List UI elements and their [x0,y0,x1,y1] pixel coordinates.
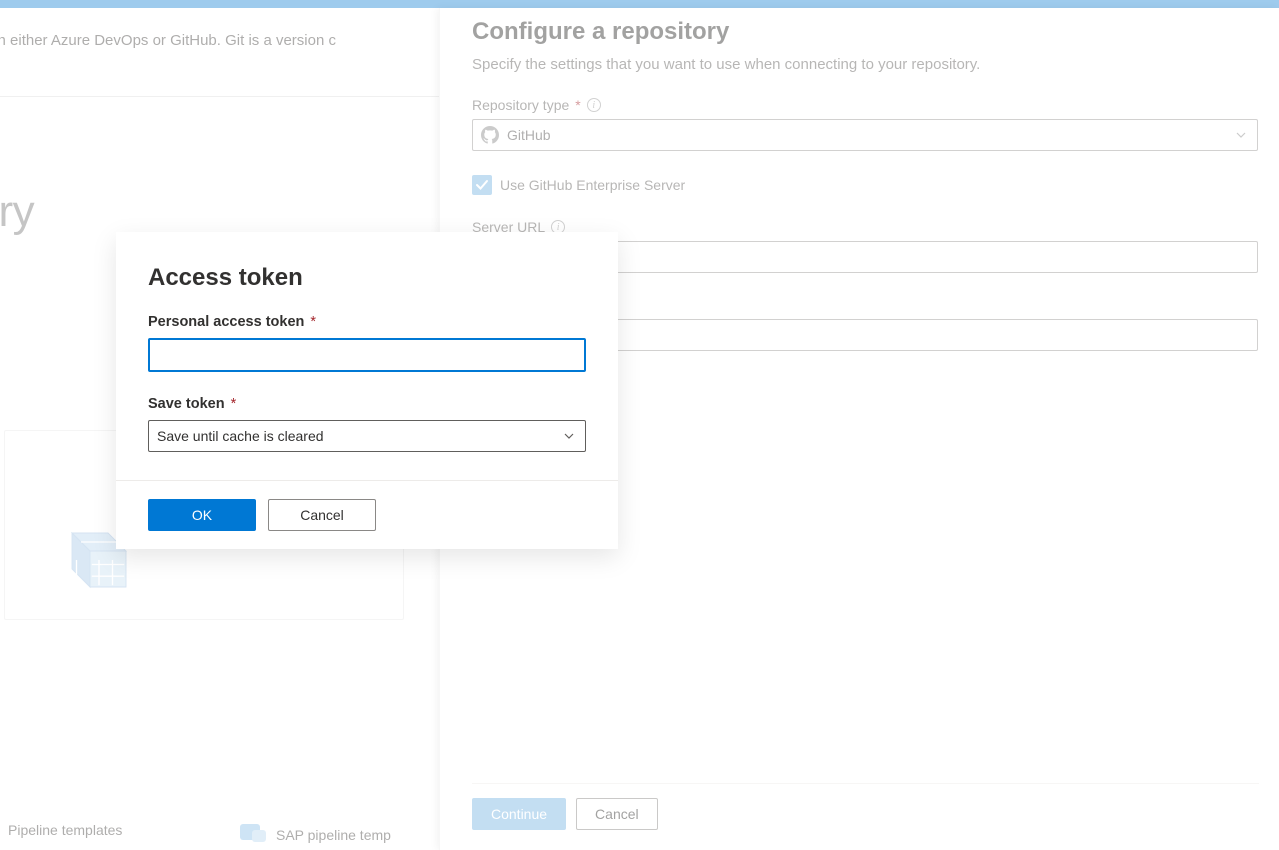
info-icon[interactable]: i [587,98,601,112]
repo-type-label: Repository type * i [472,97,1259,113]
required-asterisk: * [575,97,580,113]
background-template-1: Pipeline templates [8,822,122,838]
use-enterprise-checkbox[interactable] [472,175,492,195]
panel-subtitle: Specify the settings that you want to us… [472,56,1259,73]
pat-label: Personal access token * [148,314,586,330]
background-template-2-label: SAP pipeline temp [276,827,391,843]
save-token-select[interactable]: Save until cache is cleared [148,420,586,452]
repo-type-value: GitHub [507,127,551,143]
save-token-label: Save token * [148,396,586,412]
use-enterprise-label: Use GitHub Enterprise Server [500,177,685,193]
top-bar [0,0,1279,8]
use-enterprise-row[interactable]: Use GitHub Enterprise Server [472,175,1259,195]
github-icon [481,126,499,144]
pat-input[interactable] [148,338,586,372]
modal-footer: OK Cancel [116,480,618,549]
panel-title: Configure a repository [472,18,1259,46]
panel-footer: Continue Cancel [472,783,1259,830]
background-intro-text: tory with either Azure DevOps or GitHub.… [0,32,336,49]
required-asterisk: * [231,396,237,412]
continue-button[interactable]: Continue [472,798,566,830]
repo-type-select[interactable]: GitHub [472,119,1258,151]
modal-title: Access token [148,264,586,292]
chevron-down-icon [1235,129,1247,141]
save-token-value: Save until cache is cleared [157,428,324,444]
access-token-modal: Access token Personal access token * Sav… [116,232,618,549]
ok-button[interactable]: OK [148,499,256,531]
template-icon [240,822,268,847]
background-title: DataFactory [0,187,34,237]
required-asterisk: * [310,314,316,330]
panel-cancel-button[interactable]: Cancel [576,798,658,830]
background-template-2: SAP pipeline temp [240,822,391,847]
chevron-down-icon [563,430,575,442]
background-separator [0,96,440,97]
modal-cancel-button[interactable]: Cancel [268,499,376,531]
